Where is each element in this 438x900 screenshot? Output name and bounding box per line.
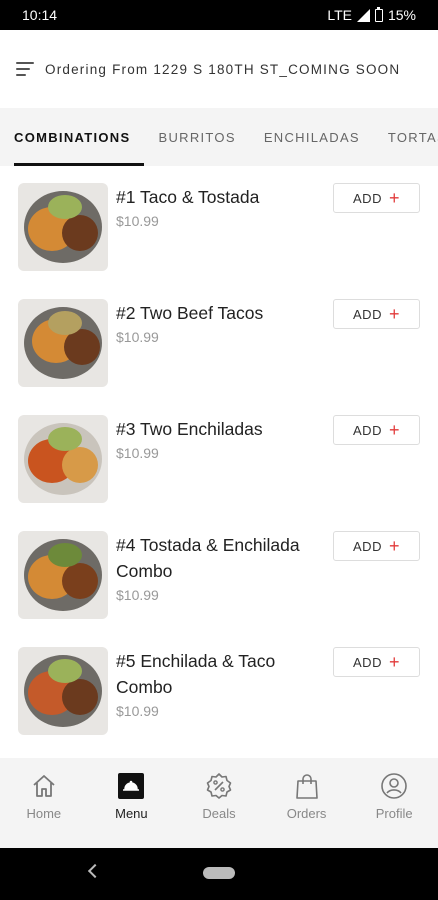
network-label: LTE	[327, 7, 352, 23]
nav-label: Deals	[202, 806, 236, 821]
item-photo	[18, 647, 108, 735]
plus-icon: +	[388, 188, 400, 208]
item-photo	[18, 183, 108, 271]
menu-item-5[interactable]: #5 Enchilada & Taco Combo $10.99 ADD +	[0, 630, 438, 748]
nav-orders[interactable]: Orders	[263, 758, 351, 848]
shopping-bag-icon	[295, 774, 318, 799]
menu-item-3[interactable]: #3 Two Enchiladas $10.99 ADD +	[0, 398, 438, 514]
item-name: #4 Tostada & Enchilada Combo	[116, 535, 300, 581]
battery-level: 15%	[387, 7, 416, 23]
add-label: ADD	[353, 422, 382, 438]
home-icon	[33, 775, 55, 797]
status-time: 10:14	[22, 7, 58, 23]
tab-combinations[interactable]: COMBINATIONS	[14, 108, 145, 166]
item-price: $10.99	[116, 329, 159, 345]
item-name: #3 Two Enchiladas	[116, 419, 263, 439]
item-price: $10.99	[116, 213, 159, 229]
nav-home[interactable]: Home	[0, 758, 88, 848]
menu-item-list[interactable]: #1 Taco & Tostada $10.99 ADD + #2 Two Bee…	[0, 166, 438, 758]
add-button[interactable]: ADD +	[333, 183, 420, 213]
plus-icon: +	[388, 536, 400, 556]
item-photo	[18, 415, 108, 503]
item-photo	[18, 531, 108, 619]
nav-label: Home	[26, 806, 62, 821]
tab-enchiladas[interactable]: ENCHILADAS	[264, 108, 360, 166]
item-name: #5 Enchilada & Taco Combo	[116, 651, 276, 697]
profile-icon	[381, 773, 407, 799]
add-button[interactable]: ADD +	[333, 531, 420, 561]
category-tabs: COMBINATIONS BURRITOS ENCHILADAS TORTAS	[0, 108, 438, 166]
menu-item-4[interactable]: #4 Tostada & Enchilada Combo $10.99 ADD +	[0, 514, 438, 632]
add-label: ADD	[353, 654, 382, 670]
status-indicators: LTE 15%	[327, 6, 416, 23]
home-pill-icon[interactable]	[203, 867, 235, 879]
item-name: #2 Two Beef Tacos	[116, 303, 264, 323]
plus-icon: +	[388, 304, 400, 324]
tab-label: BURRITOS	[158, 129, 236, 145]
nav-menu[interactable]: Menu	[88, 758, 176, 848]
tab-label: TORTAS	[387, 129, 438, 145]
item-price: $10.99	[116, 587, 159, 603]
nav-label: Menu	[115, 806, 148, 821]
system-navigation-bar	[0, 848, 438, 900]
item-photo	[18, 299, 108, 387]
add-button[interactable]: ADD +	[333, 647, 420, 677]
tab-burritos[interactable]: BURRITOS	[158, 108, 235, 166]
add-label: ADD	[353, 306, 382, 322]
menu-cloche-icon	[118, 773, 145, 799]
tab-label: ENCHILADAS	[263, 129, 360, 145]
signal-icon	[356, 8, 370, 22]
nav-deals[interactable]: Deals	[175, 758, 263, 848]
plus-icon: +	[388, 652, 400, 672]
tab-label: COMBINATIONS	[14, 129, 131, 145]
ordering-from-label: Ordering From 1229 S 180TH ST_COMING SOO…	[45, 61, 401, 77]
menu-item-1[interactable]: #1 Taco & Tostada $10.99 ADD +	[0, 166, 438, 282]
menu-item-2[interactable]: #2 Two Beef Tacos $10.99 ADD +	[0, 282, 438, 398]
filter-lines-icon[interactable]	[16, 62, 34, 76]
add-label: ADD	[353, 190, 382, 206]
bottom-navigation: Home Menu Deals Orders Profile	[0, 758, 438, 848]
item-name: #1 Taco & Tostada	[116, 187, 260, 207]
add-button[interactable]: ADD +	[333, 415, 420, 445]
nav-label: Orders	[286, 806, 327, 821]
deals-badge-icon	[206, 773, 232, 799]
plus-icon: +	[388, 420, 400, 440]
add-label: ADD	[353, 538, 382, 554]
nav-label: Profile	[375, 806, 413, 821]
item-price: $10.99	[116, 445, 159, 461]
add-button[interactable]: ADD +	[333, 299, 420, 329]
tab-tortas[interactable]: TORTAS	[388, 108, 438, 166]
nav-profile[interactable]: Profile	[350, 758, 438, 848]
back-icon[interactable]	[87, 863, 103, 879]
item-price: $10.99	[116, 703, 159, 719]
status-bar: 10:14 LTE 15%	[0, 0, 438, 30]
battery-icon	[374, 6, 383, 22]
location-header[interactable]: Ordering From 1229 S 180TH ST_COMING SOO…	[0, 30, 438, 108]
